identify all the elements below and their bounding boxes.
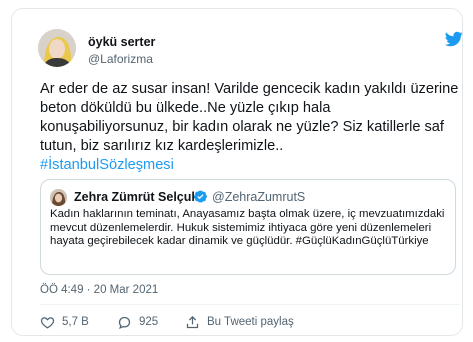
hashtag-link[interactable]: #İstanbulSözleşmesi [40,156,460,175]
tweet-text: Ar eder de az susar insan! Varilde gence… [40,80,460,175]
reply-count: 925 [139,316,159,328]
like-button[interactable]: 5,7 B [40,311,89,333]
quoted-author-handle[interactable]: @ZehraZumrutS [212,190,305,204]
author-avatar[interactable] [38,29,76,67]
reply-button[interactable]: 925 [117,311,158,333]
quoted-author-name[interactable]: Zehra Zümrüt Selçuk [74,190,198,204]
quoted-text: Kadın haklarının teminatı, Anayasamız ba… [50,208,445,247]
author-name[interactable]: öykü serter [88,35,155,49]
divider [40,304,460,305]
reply-icon [118,316,131,329]
twitter-bird-icon[interactable] [444,30,464,48]
tweet-card[interactable]: öykü serter @Laforizma Ar eder de az sus… [11,8,463,336]
quoted-tweet[interactable]: Zehra Zümrüt Selçuk @ZehraZumrutS Kadın … [40,179,456,275]
verified-badge-icon [194,190,207,203]
tweet-body: Ar eder de az susar insan! Varilde gence… [40,81,459,154]
heart-icon [40,316,55,329]
like-count: 5,7 B [62,316,89,328]
share-label: Bu Tweeti paylaş [207,316,294,328]
author-handle[interactable]: @Laforizma [88,52,153,66]
quoted-author-avatar[interactable] [50,189,67,206]
share-icon [186,315,199,328]
share-button[interactable]: Bu Tweeti paylaş [185,311,294,333]
tweet-timestamp[interactable]: ÖÖ 4:49 · 20 Mar 2021 [40,284,158,296]
